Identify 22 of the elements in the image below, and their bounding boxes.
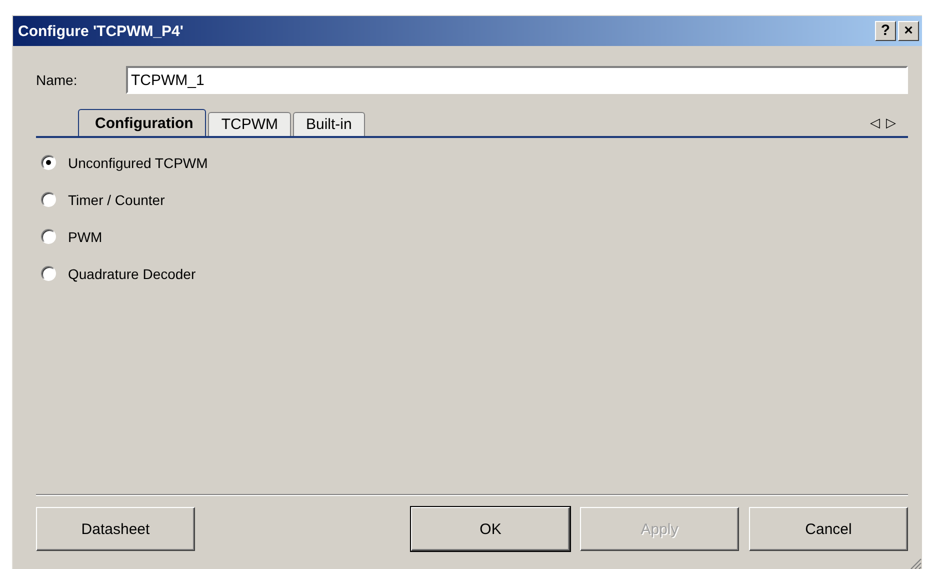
close-button[interactable]: × [898,21,919,41]
name-label: Name: [36,72,78,88]
radio-button[interactable] [41,192,56,207]
radio-label: Quadrature Decoder [68,266,196,282]
tab[interactable]: Built-in [292,112,365,136]
help-button[interactable]: ? [875,21,896,41]
name-field[interactable]: TCPWM_1 [126,66,908,94]
radio-button[interactable] [41,266,56,281]
dialog-button[interactable]: OK [411,507,570,551]
tab[interactable]: Configuration [78,109,206,136]
radio-button[interactable] [41,229,56,244]
dialog-button[interactable]: Cancel [749,507,908,551]
tab-scroll-button[interactable]: ◁ [870,116,880,131]
dialog-button[interactable]: Datasheet [36,507,195,551]
radio-label: PWM [68,228,102,244]
radio-label: Unconfigured TCPWM [68,154,208,170]
radio-label: Timer / Counter [68,192,165,208]
window-title: Configure 'TCPWM_P4' [18,22,184,40]
tab[interactable]: TCPWM [208,112,291,136]
resize-grip-icon[interactable] [908,556,922,569]
tab-scroll-button[interactable]: ▷ [886,116,896,131]
radio-button[interactable] [41,155,56,170]
